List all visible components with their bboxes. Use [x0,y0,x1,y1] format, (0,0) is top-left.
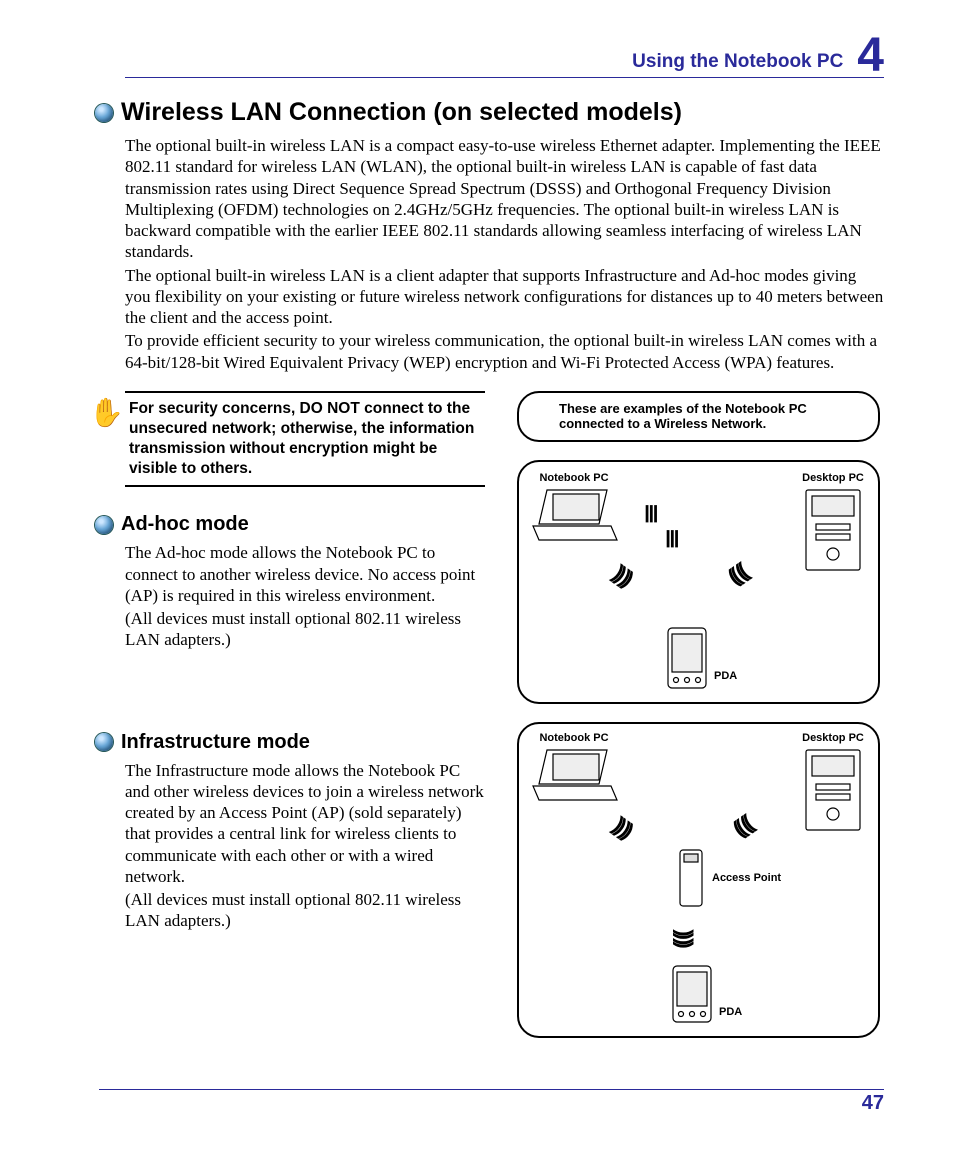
signal-icon: )) )) [672,929,698,944]
pda-icon: PDA [669,962,715,1028]
desktop-pc-icon: Desktop PC [798,472,868,576]
adhoc-heading: Ad-hoc mode [121,513,249,536]
signal-icon: (( (( [723,560,751,590]
desktop-pc-icon: Desktop PC [798,732,868,836]
security-note: ✋ For security concerns, DO NOT connect … [125,391,485,488]
pda-icon: PDA [664,624,710,694]
globe-icon [95,104,113,122]
signal-icon: ⅼ ⅼ ⅼ [644,502,655,528]
intro-paragraph-1: The optional built-in wireless LAN is a … [125,135,884,263]
pda-label: PDA [719,1006,742,1018]
globe-icon [95,516,113,534]
adhoc-body: The Ad-hoc mode allows the Notebook PC t… [125,542,485,606]
adhoc-diagram: Notebook PC Desktop PC PDA ⅼ ⅼ ⅼ ⅼ ⅼ ⅼ )… [517,460,880,704]
notebook-pc-icon: Notebook PC [529,732,619,806]
page-number: 47 [99,1089,884,1115]
notebook-pc-icon: Notebook PC [529,472,619,546]
adhoc-note: (All devices must install optional 802.1… [125,608,485,651]
infra-body: The Infrastructure mode allows the Noteb… [125,760,485,888]
notebook-label: Notebook PC [529,472,619,484]
intro-paragraph-2: The optional built-in wireless LAN is a … [125,265,884,329]
infra-diagram: Notebook PC Desktop PC Access Point PDA … [517,722,880,1038]
signal-icon: )) )) [608,560,636,590]
intro-paragraph-3: To provide efficient security to your wi… [125,330,884,373]
pda-label: PDA [714,670,737,682]
globe-icon [95,733,113,751]
chapter-number: 4 [857,34,884,77]
security-note-text: For security concerns, DO NOT connect to… [129,400,474,477]
signal-icon: )) )) [608,812,636,842]
infra-heading: Infrastructure mode [121,731,310,754]
ap-label: Access Point [712,872,781,884]
chapter-title: Using the Notebook PC [632,51,843,77]
desktop-label: Desktop PC [798,732,868,744]
notebook-label: Notebook PC [529,732,619,744]
access-point-icon: Access Point [674,844,708,914]
infra-note: (All devices must install optional 802.1… [125,889,485,932]
signal-icon: ⅼ ⅼ ⅼ [669,527,680,553]
page-title: Wireless LAN Connection (on selected mod… [121,98,682,127]
chapter-header: Using the Notebook PC 4 [125,30,884,78]
desktop-label: Desktop PC [798,472,868,484]
hand-stop-icon: ✋ [89,395,124,431]
signal-icon: (( (( [728,812,756,842]
diagram-caption: These are examples of the Notebook PC co… [517,391,880,442]
